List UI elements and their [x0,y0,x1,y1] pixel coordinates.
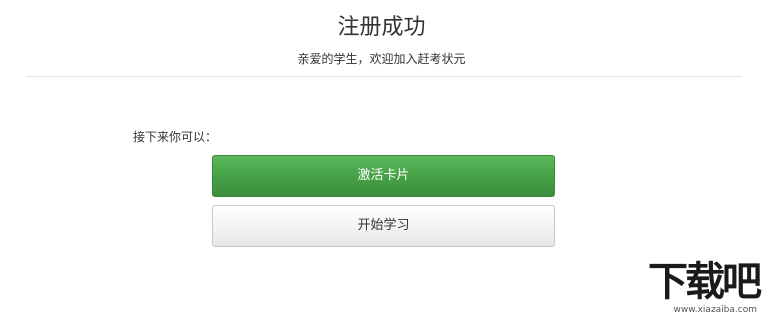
activate-card-button[interactable]: 激活卡片 [212,155,555,197]
page-title: 注册成功 [337,15,426,40]
welcome-subtitle: 亲爱的学生，欢迎加入赶考状元 [297,52,466,66]
header-divider [26,76,742,77]
watermark-url: www.xiazaiba.com [673,305,757,315]
site-watermark-logo: 下载吧 www.xiazaiba.com [623,259,762,316]
registration-success-page: 注册成功 亲爱的学生，欢迎加入赶考状元 接下来你可以： 激活卡片 开始学习 下载… [0,0,763,318]
start-learning-button[interactable]: 开始学习 [212,205,555,247]
watermark-main-text: 下载吧 [648,259,762,305]
next-steps-label: 接下来你可以： [133,130,218,144]
